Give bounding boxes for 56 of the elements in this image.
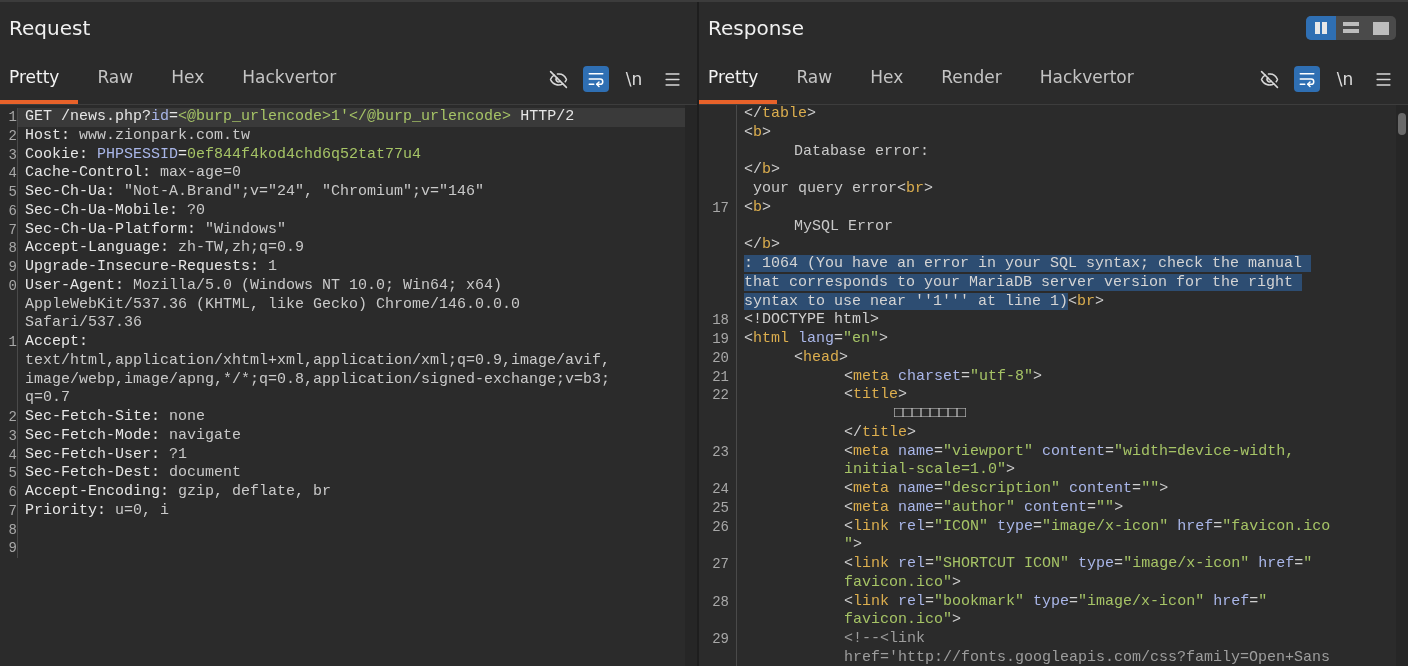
line-number: 21 (712, 368, 729, 385)
line-number: 9 (8, 259, 17, 275)
line-number: 3 (8, 427, 17, 444)
visibility-off-icon (1259, 69, 1279, 89)
line-number: 0 (8, 277, 17, 294)
scrollbar-thumb[interactable] (1398, 113, 1406, 135)
line-number: 3 (8, 146, 17, 163)
line-number: 5 (8, 465, 17, 482)
line-number: 17 (712, 199, 729, 216)
line-number: 2 (8, 409, 17, 425)
visibility-off-icon (548, 69, 568, 89)
pane-title: Request (9, 16, 91, 40)
line-number: 6 (8, 484, 17, 500)
line-number: 29 (712, 631, 729, 647)
wrap-button[interactable] (583, 66, 609, 92)
line-number: 7 (8, 221, 17, 238)
pane-title: Response (708, 16, 805, 40)
line-number: 1 (8, 109, 17, 125)
line-number: 9 (8, 540, 17, 557)
line-number: 20 (712, 349, 729, 366)
line-number: 27 (712, 556, 729, 572)
scrollbar[interactable] (685, 105, 697, 666)
line-number: 7 (8, 502, 17, 519)
layout-button[interactable] (1306, 16, 1336, 40)
line-number: 28 (712, 593, 729, 610)
line-number: 18 (712, 312, 729, 329)
single-pane-icon (1373, 21, 1389, 35)
view-tab[interactable]: Render (932, 54, 1021, 104)
newline-toggle[interactable]: \n (621, 66, 647, 92)
view-tab[interactable]: Hackvertor (233, 54, 356, 104)
line-number: 24 (712, 481, 729, 497)
line-number: 4 (8, 446, 17, 463)
view-tab[interactable]: Hex (162, 54, 224, 104)
newline-toggle[interactable]: \n (1332, 66, 1358, 92)
view-tab[interactable]: Raw (88, 54, 153, 104)
line-number: 2 (8, 127, 17, 144)
line-number: 8 (8, 521, 17, 538)
line-number: 22 (712, 387, 729, 404)
rows-icon (1343, 22, 1359, 34)
view-tab[interactable]: Raw (787, 54, 852, 104)
line-number: 6 (8, 202, 17, 219)
line-number: 25 (712, 499, 729, 516)
line-number: 19 (712, 331, 729, 347)
view-tab[interactable]: Hackvertor (1030, 54, 1153, 104)
view-tab[interactable]: Pretty (0, 54, 79, 104)
line-number: 4 (8, 165, 17, 182)
wrap-button[interactable] (1294, 66, 1320, 92)
wrap-icon (1298, 70, 1316, 88)
line-number: 8 (8, 240, 17, 257)
line-number: 26 (712, 518, 729, 535)
line-number: 5 (8, 184, 17, 200)
line-number: 1 (8, 334, 17, 350)
line-number: 23 (712, 443, 729, 460)
view-tab[interactable]: Hex (861, 54, 923, 104)
columns-icon (1314, 21, 1328, 35)
wrap-icon (587, 70, 605, 88)
